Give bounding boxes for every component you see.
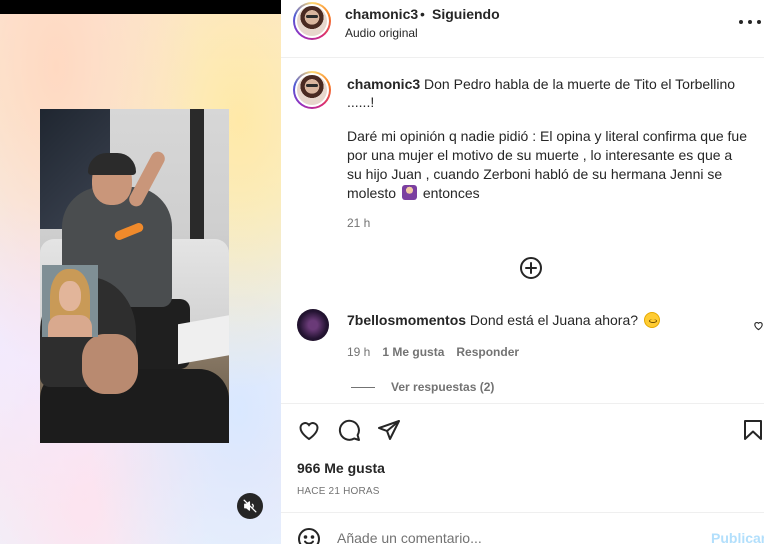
smirking-face-emoji-icon (643, 312, 660, 328)
heart-icon[interactable] (297, 418, 321, 442)
caption-paragraph-2: Daré mi opinión q nadie pidió : El opina… (347, 127, 747, 203)
audio-link[interactable]: Audio original (345, 26, 418, 40)
avatar[interactable] (293, 2, 331, 40)
inset-face (59, 281, 81, 311)
plus-circle-icon[interactable] (519, 256, 543, 280)
post-header: chamonic3 • Siguiendo Audio original (281, 0, 764, 58)
caption-line-2-end: entonces (422, 185, 480, 201)
video-scene-man-cap (88, 153, 136, 175)
comment-item: 7bellosmomentos Dond está el Juana ahora… (281, 300, 764, 394)
comment-timestamp[interactable]: 19 h (347, 345, 370, 359)
following-button[interactable]: Siguiendo (432, 6, 500, 22)
video-scene-lamp (190, 109, 204, 249)
comment-likes[interactable]: 1 Me gusta (382, 345, 444, 359)
comment-input[interactable] (337, 529, 697, 544)
comment-meta: 19 h 1 Me gusta Responder (347, 345, 519, 359)
header-username[interactable]: chamonic3 (345, 6, 418, 22)
add-comment-bar: Publicar (281, 512, 764, 544)
comment-body: Dond está el Juana ahora? (469, 312, 639, 328)
paper-plane-icon[interactable] (377, 418, 401, 442)
reply-button[interactable]: Responder (456, 345, 519, 359)
woman-shrugging-emoji-icon (401, 185, 417, 200)
comment-text: 7bellosmomentos Dond está el Juana ahora… (347, 312, 737, 328)
likes-count[interactable]: 966 Me gusta (297, 460, 385, 476)
caption-text: chamonic3 Don Pedro habla de la muerte d… (347, 75, 747, 111)
comment-heart-icon[interactable] (753, 320, 764, 331)
more-horizontal-icon[interactable] (739, 14, 761, 30)
video-player[interactable] (40, 109, 229, 443)
post-comment-button[interactable]: Publicar (711, 530, 764, 544)
video-scene-foreground-face (82, 334, 138, 394)
caption-username[interactable]: chamonic3 (347, 76, 420, 92)
speaker-muted-icon[interactable] (237, 493, 263, 519)
view-replies-button[interactable]: Ver respuestas (2) (351, 380, 494, 394)
caption-timestamp[interactable]: 21 h (347, 216, 370, 230)
bookmark-icon[interactable] (741, 418, 764, 442)
comment-bubble-icon[interactable] (337, 418, 361, 442)
post-details: chamonic3 • Siguiendo Audio original cha… (281, 0, 764, 544)
header-separator: • (420, 6, 425, 22)
inset-body (48, 315, 92, 337)
comment-avatar[interactable] (297, 309, 329, 341)
post-timestamp[interactable]: HACE 21 HORAS (297, 486, 380, 497)
comment-username[interactable]: 7bellosmomentos (347, 312, 466, 328)
view-replies-label: Ver respuestas (2) (391, 380, 495, 394)
replies-divider (351, 386, 375, 388)
post-media[interactable] (0, 0, 281, 544)
video-reaction-inset (42, 265, 98, 337)
smiley-icon[interactable] (297, 527, 321, 544)
caption-avatar[interactable] (293, 71, 331, 109)
